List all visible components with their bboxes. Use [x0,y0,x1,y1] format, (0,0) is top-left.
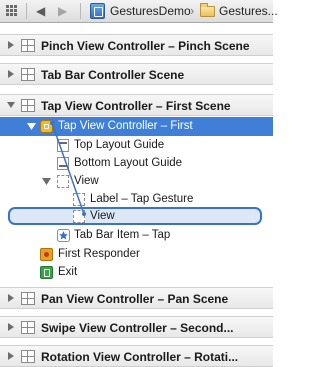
item-label: First Responder [58,248,140,260]
jump-bar: ◀ ▶ GesturesDemo › Gestures... [0,0,278,23]
item-label: Label – Tap Gesture [90,193,194,205]
outline-item-top-layout-guide[interactable]: Top Layout Guide [0,136,273,155]
scene-swipe[interactable]: Swipe View Controller – Second... [0,316,273,338]
scene-icon [21,68,35,81]
item-label: Top Layout Guide [74,139,165,151]
breadcrumb-folder[interactable]: Gestures... [219,4,278,18]
view-controller-icon [40,120,53,133]
folder-icon [200,3,215,17]
related-items-grid-icon[interactable] [6,5,18,17]
scene-icon [21,39,35,52]
disclosure-expanded-icon[interactable] [6,100,16,110]
scene-icon [21,292,35,305]
scene-label: Tap View Controller – First Scene [41,99,231,113]
item-label: Tab Bar Item – Tap [74,229,171,241]
breadcrumb-project[interactable]: GesturesDemo [110,4,191,18]
scene-tap[interactable]: Tap View Controller – First Scene [0,94,273,116]
item-label: View [90,210,115,222]
disclosure-collapsed-icon[interactable] [6,40,16,50]
tab-bar-item-icon [57,229,70,242]
scene-label: Swipe View Controller – Second... [41,321,234,335]
outline-item-bottom-layout-guide[interactable]: Bottom Layout Guide [0,154,273,173]
outline-item-tap-view-controller[interactable]: Tap View Controller – First [0,117,273,136]
layout-guide-icon [57,157,69,170]
disclosure-collapsed-icon[interactable] [6,322,16,332]
scene-tab-bar[interactable]: Tab Bar Controller Scene [0,63,273,85]
view-icon [73,210,85,223]
outline-item-exit[interactable]: Exit [0,263,273,282]
toolbar-divider [80,3,81,19]
project-file-icon [90,3,105,19]
disclosure-collapsed-icon[interactable] [6,351,16,361]
scene-icon [21,321,35,334]
label-icon [73,193,85,206]
disclosure-collapsed-icon[interactable] [6,293,16,303]
scene-label: Rotation View Controller – Rotati... [41,350,239,364]
scene-pan[interactable]: Pan View Controller – Pan Scene [0,287,273,309]
scene-label: Tab Bar Controller Scene [41,68,185,82]
item-label: Tap View Controller – First [58,120,193,132]
scene-icon [21,99,35,112]
item-label: View [74,175,99,187]
breadcrumb-chevron-icon: › [190,3,195,18]
disclosure-collapsed-icon[interactable] [6,69,16,79]
disclosure-expanded-icon[interactable] [27,122,36,131]
outline-item-first-responder[interactable]: First Responder [0,245,273,264]
back-arrow-icon[interactable]: ◀ [36,3,45,19]
forward-arrow-icon[interactable]: ▶ [58,3,67,19]
outline-item-view[interactable]: View [0,172,273,191]
outline-item-subview[interactable]: View [0,207,273,226]
layout-guide-icon [57,139,69,152]
outline-item-tab-bar-item[interactable]: Tab Bar Item – Tap [0,226,273,245]
scene-label: Pan View Controller – Pan Scene [41,292,229,306]
exit-icon [40,266,53,279]
disclosure-expanded-icon[interactable] [42,177,51,186]
scene-label: Pinch View Controller – Pinch Scene [41,39,250,53]
scene-rotation[interactable]: Rotation View Controller – Rotati... [0,345,273,367]
item-label: Exit [58,266,78,278]
scene-pinch[interactable]: Pinch View Controller – Pinch Scene [0,34,273,56]
item-label: Bottom Layout Guide [74,157,183,169]
view-icon [57,175,69,188]
toolbar-divider [26,3,27,19]
first-responder-icon [40,248,53,261]
